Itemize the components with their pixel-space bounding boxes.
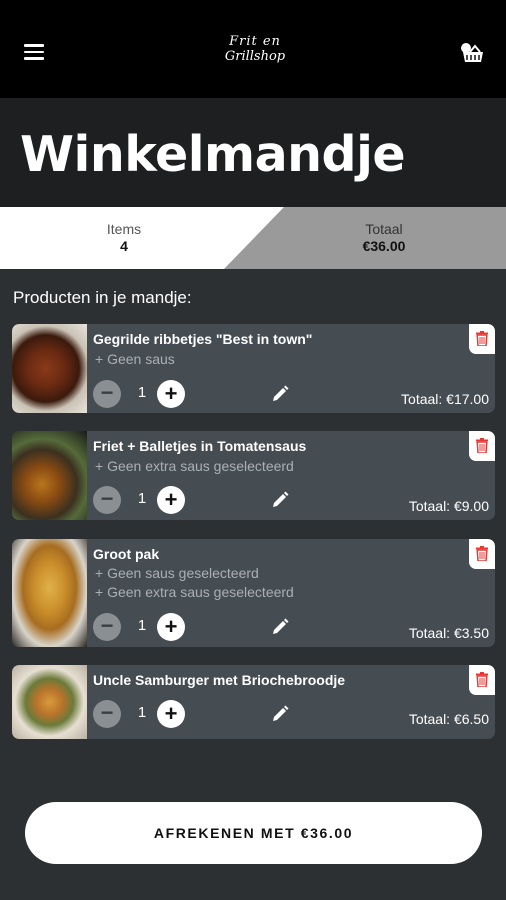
logo: Frit en Grillshop [210, 34, 300, 74]
tab-total-value: €36.00 [362, 238, 406, 254]
cart-item: Groot pak + Geen saus geselecteerd + Gee… [12, 539, 495, 647]
product-image [12, 539, 87, 647]
page-title: Winkelmandje [20, 126, 406, 183]
logo-line-2: Grillshop [224, 49, 286, 64]
quantity-value: 1 [137, 617, 147, 634]
tab-items-value: 4 [120, 238, 128, 254]
line-total: Totaal: €6.50 [408, 711, 489, 727]
menu-icon[interactable] [24, 44, 44, 60]
trash-icon[interactable] [469, 431, 495, 461]
cart-icon[interactable] [458, 42, 486, 64]
quantity-stepper: − 1 + [93, 486, 203, 514]
quantity-stepper: − 1 + [93, 380, 203, 408]
quantity-value: 1 [137, 704, 147, 721]
increase-button[interactable]: + [157, 700, 185, 728]
summary-tabs: Items 4 Totaal €36.00 [0, 207, 506, 269]
line-total: Totaal: €17.00 [401, 391, 489, 407]
product-name: Groot pak [93, 546, 160, 562]
quantity-value: 1 [137, 384, 147, 401]
quantity-value: 1 [137, 490, 147, 507]
line-total: Totaal: €3.50 [408, 625, 489, 641]
product-name: Friet + Balletjes in Tomatensaus [93, 438, 307, 454]
increase-button[interactable]: + [157, 613, 185, 641]
product-image [12, 665, 87, 739]
quantity-stepper: − 1 + [93, 613, 203, 641]
cart-item: Gegrilde ribbetjes "Best in town" + Geen… [12, 324, 495, 413]
product-image [12, 324, 87, 413]
checkout-button[interactable]: AFREKENEN MET €36.00 [25, 802, 482, 864]
product-name: Uncle Samburger met Briochebroodje [93, 672, 346, 688]
line-total: Totaal: €9.00 [408, 498, 489, 514]
product-name: Gegrilde ribbetjes "Best in town" [93, 331, 313, 347]
decrease-button[interactable]: − [93, 380, 121, 408]
tab-items-label: Items [106, 221, 142, 237]
increase-button[interactable]: + [157, 380, 185, 408]
section-label: Producten in je mandje: [13, 288, 192, 307]
app-bar: Frit en Grillshop [0, 0, 506, 98]
cart-item: Uncle Samburger met Briochebroodje − 1 +… [12, 665, 495, 739]
product-option: + Geen extra saus geselecteerd [95, 584, 294, 600]
decrease-button[interactable]: − [93, 486, 121, 514]
quantity-stepper: − 1 + [93, 700, 203, 728]
pencil-icon[interactable] [270, 490, 290, 510]
product-image [12, 431, 87, 520]
decrease-button[interactable]: − [93, 613, 121, 641]
product-option: + Geen saus geselecteerd [95, 565, 259, 581]
trash-icon[interactable] [469, 665, 495, 695]
tab-items[interactable]: Items 4 [34, 221, 214, 254]
increase-button[interactable]: + [157, 486, 185, 514]
trash-icon[interactable] [469, 324, 495, 354]
logo-line-1: Frit en [229, 34, 281, 49]
tab-total[interactable]: Totaal €36.00 [294, 221, 474, 254]
cart-item: Friet + Balletjes in Tomatensaus + Geen … [12, 431, 495, 520]
product-option: + Geen saus [95, 351, 175, 367]
decrease-button[interactable]: − [93, 700, 121, 728]
trash-icon[interactable] [469, 539, 495, 569]
product-option: + Geen extra saus geselecteerd [95, 458, 294, 474]
pencil-icon[interactable] [270, 704, 290, 724]
pencil-icon[interactable] [270, 384, 290, 404]
tab-total-label: Totaal [365, 221, 403, 237]
pencil-icon[interactable] [270, 617, 290, 637]
